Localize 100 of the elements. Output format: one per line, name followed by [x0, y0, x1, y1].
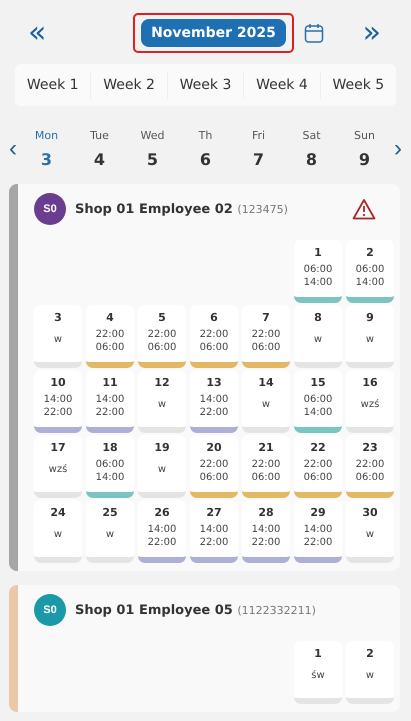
shift-cell[interactable]: 28 14:00 22:00 — [242, 500, 290, 563]
shift-cell[interactable]: 23 22:00 06:00 — [346, 435, 394, 498]
day-number: 18 — [102, 441, 118, 454]
shift-hours: 22:00 06:00 — [252, 458, 280, 484]
absence-code: w — [366, 334, 374, 345]
week-tab[interactable]: Week 5 — [320, 71, 396, 99]
calendar-icon[interactable] — [304, 22, 324, 44]
absence-code: w — [314, 334, 322, 345]
shift-hours: 22:00 06:00 — [356, 458, 384, 484]
day-number: 9 — [366, 311, 374, 324]
day-tab[interactable]: Mon 3 — [20, 128, 73, 170]
day-number: 4 — [106, 311, 114, 324]
shift-cell[interactable]: 10 14:00 22:00 — [34, 370, 82, 433]
day-tab[interactable]: Sun 9 — [338, 128, 391, 170]
day-off-cell[interactable]: 19 w — [138, 435, 186, 498]
shift-cell[interactable]: 18 06:00 14:00 — [86, 435, 134, 498]
next-week-button[interactable]: › — [391, 135, 405, 163]
day-number: 7 — [262, 311, 270, 324]
shift-cell[interactable]: 26 14:00 22:00 — [138, 500, 186, 563]
shift-cell[interactable]: 15 06:00 14:00 — [294, 370, 342, 433]
day-tab[interactable]: Sat 8 — [285, 128, 338, 170]
shift-hours: 14:00 22:00 — [200, 393, 228, 419]
week-tab[interactable]: Week 1 — [15, 71, 90, 99]
day-number: 19 — [154, 441, 170, 454]
shift-hours: 14:00 22:00 — [148, 523, 176, 549]
shift-hours: 06:00 14:00 — [304, 263, 332, 289]
day-number: 1 — [314, 647, 322, 660]
day-number: 29 — [310, 506, 326, 519]
shift-hours: 22:00 06:00 — [252, 328, 280, 354]
week-tab[interactable]: Week 4 — [243, 71, 320, 99]
absence-code: św — [311, 670, 325, 681]
absence-code: w — [54, 334, 62, 345]
day-off-cell[interactable]: 2 w — [346, 641, 394, 704]
day-tab[interactable]: Tue 4 — [73, 128, 126, 170]
shift-hours: 06:00 14:00 — [96, 458, 124, 484]
shift-hours: 06:00 14:00 — [356, 263, 384, 289]
shift-cell[interactable]: 22 22:00 06:00 — [294, 435, 342, 498]
shift-hours: 22:00 06:00 — [200, 458, 228, 484]
previous-month-button[interactable]: « — [24, 18, 50, 48]
shift-cell[interactable]: 1 06:00 14:00 — [294, 240, 342, 303]
day-number: 20 — [206, 441, 222, 454]
day-off-cell[interactable]: 25 w — [86, 500, 134, 563]
day-off-cell[interactable]: 24 w — [34, 500, 82, 563]
shift-cell[interactable]: 4 22:00 06:00 — [86, 305, 134, 368]
shift-hours: 22:00 06:00 — [304, 458, 332, 484]
shift-cell[interactable]: 7 22:00 06:00 — [242, 305, 290, 368]
day-tab[interactable]: Fri 7 — [232, 128, 285, 170]
shift-cell[interactable]: 27 14:00 22:00 — [190, 500, 238, 563]
previous-week-button[interactable]: ‹ — [6, 135, 20, 163]
day-off-cell[interactable]: 30 w — [346, 500, 394, 563]
shift-cell[interactable]: 20 22:00 06:00 — [190, 435, 238, 498]
day-number: 23 — [362, 441, 378, 454]
day-number: 26 — [154, 506, 170, 519]
shift-cell[interactable]: 13 14:00 22:00 — [190, 370, 238, 433]
week-tab[interactable]: Week 2 — [90, 71, 167, 99]
day-off-cell[interactable]: 1 św — [294, 641, 342, 704]
shift-hours: 22:00 06:00 — [148, 328, 176, 354]
day-number: 27 — [206, 506, 222, 519]
day-number: 12 — [154, 376, 170, 389]
shift-hours: 22:00 06:00 — [96, 328, 124, 354]
day-number: 25 — [102, 506, 118, 519]
absence-code: w — [366, 529, 374, 540]
shift-hours: 14:00 22:00 — [200, 523, 228, 549]
day-off-cell[interactable]: 12 w — [138, 370, 186, 433]
day-off-cell[interactable]: 9 w — [346, 305, 394, 368]
day-off-cell[interactable]: 14 w — [242, 370, 290, 433]
day-number: 2 — [366, 647, 374, 660]
month-button[interactable]: November 2025 — [141, 19, 286, 47]
day-off-cell[interactable]: 3 w — [34, 305, 82, 368]
absence-code: w — [106, 529, 114, 540]
day-number: 22 — [310, 441, 326, 454]
day-number: 8 — [314, 311, 322, 324]
day-off-cell[interactable]: 17 wzś — [34, 435, 82, 498]
shift-cell[interactable]: 29 14:00 22:00 — [294, 500, 342, 563]
day-number: 15 — [310, 376, 326, 389]
shift-cell[interactable]: 2 06:00 14:00 — [346, 240, 394, 303]
day-tab[interactable]: Th 6 — [179, 128, 232, 170]
shift-hours: 14:00 22:00 — [96, 393, 124, 419]
day-off-cell[interactable]: 16 wzś — [346, 370, 394, 433]
shift-hours: 14:00 22:00 — [252, 523, 280, 549]
day-number: 5 — [158, 311, 166, 324]
day-number: 24 — [50, 506, 66, 519]
shift-cell[interactable]: 21 22:00 06:00 — [242, 435, 290, 498]
day-number: 1 — [314, 246, 322, 259]
week-tab[interactable]: Week 3 — [166, 71, 244, 99]
day-number: 10 — [50, 376, 66, 389]
day-number: 13 — [206, 376, 222, 389]
day-number: 6 — [210, 311, 218, 324]
absence-code: wzś — [360, 399, 380, 410]
warning-icon[interactable] — [352, 198, 376, 220]
day-tab[interactable]: Wed 5 — [126, 128, 179, 170]
shift-cell[interactable]: 5 22:00 06:00 — [138, 305, 186, 368]
absence-code: w — [158, 464, 166, 475]
absence-code: w — [262, 399, 270, 410]
next-month-button[interactable]: » — [358, 18, 385, 48]
day-number: 2 — [366, 246, 374, 259]
shift-cell[interactable]: 11 14:00 22:00 — [86, 370, 134, 433]
day-off-cell[interactable]: 8 w — [294, 305, 342, 368]
employee-name: Shop 01 Employee 02 (123475) — [75, 202, 288, 216]
shift-cell[interactable]: 6 22:00 06:00 — [190, 305, 238, 368]
